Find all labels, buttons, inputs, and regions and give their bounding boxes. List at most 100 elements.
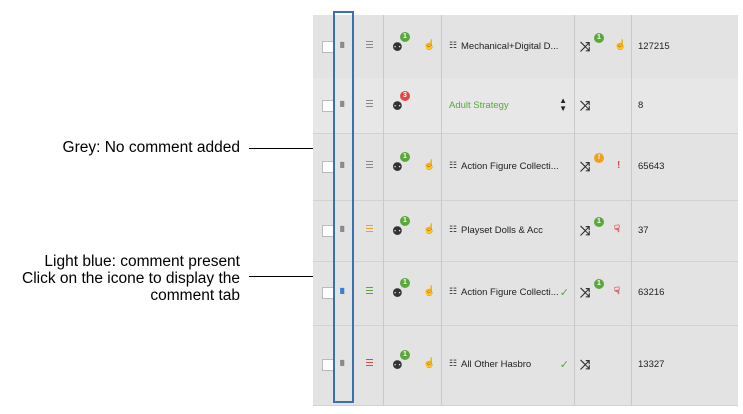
- shuffle-cell: ⤨ 1 ☝: [574, 15, 632, 78]
- bot-cell: ⚉ 3: [383, 78, 442, 133]
- bot-cell: ⚉ 1 ☝: [383, 261, 442, 325]
- robot-icon: ⚉: [392, 40, 403, 54]
- shuffle-icon[interactable]: ⤨: [580, 39, 590, 55]
- category-cell: ☷ Action Figure Collecti...: [441, 133, 575, 200]
- hierarchy-icon: ☷: [449, 286, 458, 296]
- list-icon-line: [366, 290, 373, 291]
- robot-icon: ⚉: [392, 99, 403, 113]
- list-icon-line: [366, 293, 373, 294]
- robot-icon: ⚉: [392, 286, 403, 300]
- sort-icon[interactable]: ▲ ▼: [559, 97, 567, 113]
- bot-badge: 1: [400, 32, 410, 42]
- list-icon-line: [366, 103, 373, 104]
- bot-badge: 1: [400, 216, 410, 226]
- thumbs-up-icon[interactable]: ☝: [423, 286, 435, 297]
- hierarchy-icon: ☷: [449, 358, 458, 368]
- category-label: Playset Dolls & Acc: [461, 225, 543, 236]
- shuffle-cell: ⤨: [574, 325, 632, 405]
- count-cell: 127215: [631, 15, 739, 78]
- robot-icon: ⚉: [392, 224, 403, 238]
- list-icon[interactable]: [362, 100, 373, 107]
- count-value: 37: [638, 225, 649, 236]
- shuffle-badge: 1: [594, 279, 604, 289]
- shuffle-cell: ⤨: [574, 78, 632, 133]
- table-row: ▮ ⚉ 1 ☝ ☷ All Other Hasbro ✓ ⤨ 13327: [313, 325, 738, 406]
- list-icon[interactable]: [362, 161, 373, 168]
- category-cell: ☷ Playset Dolls & Acc: [441, 200, 575, 261]
- list-icon-line: [366, 287, 373, 288]
- shuffle-icon[interactable]: ⤨: [580, 357, 590, 373]
- list-icon-line: [366, 41, 373, 42]
- count-cell: 37: [631, 200, 739, 261]
- shuffle-badge: 1: [594, 33, 604, 43]
- shuffle-badge: 1: [594, 217, 604, 227]
- table-row: ▮ ⚉ 1 ☝ ☷ Mechanical+Digital D... ⤨ 1 ☝ 127215: [313, 15, 738, 79]
- count-value: 127215: [638, 41, 670, 52]
- list-icon-line: [366, 44, 373, 45]
- category-cell: Adult Strategy ▲ ▼: [441, 78, 575, 133]
- table-row: ▮ ⚉ 1 ☝ ☷ Action Figure Collecti... ⤨!! 65643: [313, 133, 738, 201]
- thumbs-down-icon[interactable]: ☟: [614, 224, 620, 235]
- list-icon[interactable]: [362, 225, 373, 232]
- thumbs-up-icon[interactable]: ☝: [423, 40, 435, 51]
- annotation-blue: Light blue: comment present Click on the…: [10, 253, 240, 304]
- category-label: Action Figure Collecti...: [461, 287, 559, 298]
- list-icon[interactable]: [362, 359, 373, 366]
- comment-column-highlight: [333, 11, 354, 403]
- list-icon-line: [366, 167, 373, 168]
- annotation-blue-line1: Light blue: comment present: [44, 253, 240, 270]
- bot-badge: 1: [400, 278, 410, 288]
- list-icon-line: [366, 106, 373, 107]
- shuffle-icon[interactable]: ⤨: [580, 223, 590, 239]
- list-icon-line: [366, 231, 373, 232]
- robot-icon: ⚉: [392, 160, 403, 174]
- count-value: 65643: [638, 161, 665, 172]
- hierarchy-icon: ☷: [449, 40, 458, 50]
- shuffle-icon[interactable]: ⤨: [580, 285, 590, 301]
- list-icon-line: [366, 365, 373, 366]
- list-icon-line: [366, 164, 373, 165]
- annotation-blue-line3: comment tab: [150, 287, 240, 304]
- bot-cell: ⚉ 1 ☝: [383, 200, 442, 261]
- hierarchy-icon: ☷: [449, 224, 458, 234]
- list-icon-line: [366, 228, 373, 229]
- list-icon-line: [366, 47, 373, 48]
- count-value: 8: [638, 100, 644, 111]
- list-icon-line: [366, 100, 373, 101]
- list-icon-line: [366, 225, 373, 226]
- hierarchy-icon: ☷: [449, 160, 458, 170]
- check-icon: ✓: [559, 359, 569, 371]
- table-row: ▮ ⚉ 1 ☝ ☷ Playset Dolls & Acc ⤨ 1 ☟ 37: [313, 200, 738, 262]
- thumbs-up-icon[interactable]: ☝: [423, 358, 435, 369]
- annotation-blue-line2: Click on the icone to display the: [22, 270, 240, 287]
- bot-cell: ⚉ 1 ☝: [383, 325, 442, 405]
- category-label: Adult Strategy: [449, 100, 509, 111]
- exclamation-icon: !: [617, 160, 621, 171]
- bot-cell: ⚉ 1 ☝: [383, 15, 442, 78]
- category-label: All Other Hasbro: [461, 359, 532, 370]
- category-label: Mechanical+Digital D...: [461, 41, 559, 52]
- shuffle-badge: !: [594, 153, 604, 163]
- bot-badge: 1: [400, 350, 410, 360]
- count-cell: 13327: [631, 325, 739, 405]
- thumbs-up-icon[interactable]: ☝: [423, 160, 435, 171]
- check-icon: ✓: [559, 287, 569, 299]
- shuffle-icon[interactable]: ⤨: [580, 159, 590, 175]
- bot-badge: 3: [400, 91, 410, 101]
- annotation-grey: Grey: No comment added: [62, 139, 240, 156]
- count-value: 13327: [638, 359, 665, 370]
- thumbs-up-icon[interactable]: ☝: [614, 40, 626, 51]
- list-icon-line: [366, 362, 373, 363]
- category-cell: ☷ Mechanical+Digital D...: [441, 15, 575, 78]
- list-icon[interactable]: [362, 41, 373, 48]
- shuffle-icon[interactable]: ⤨: [580, 98, 590, 114]
- thumbs-down-icon[interactable]: ☟: [614, 286, 620, 297]
- shuffle-cell: ⤨!!: [574, 133, 632, 200]
- count-cell: 65643: [631, 133, 739, 200]
- thumbs-up-icon[interactable]: ☝: [423, 224, 435, 235]
- bot-badge: 1: [400, 152, 410, 162]
- count-value: 63216: [638, 287, 665, 298]
- list-icon[interactable]: [362, 287, 373, 294]
- results-table: ▮ ⚉ 1 ☝ ☷ Mechanical+Digital D... ⤨ 1 ☝ 127215 ▮ ⚉ 3…: [313, 15, 738, 406]
- bot-cell: ⚉ 1 ☝: [383, 133, 442, 200]
